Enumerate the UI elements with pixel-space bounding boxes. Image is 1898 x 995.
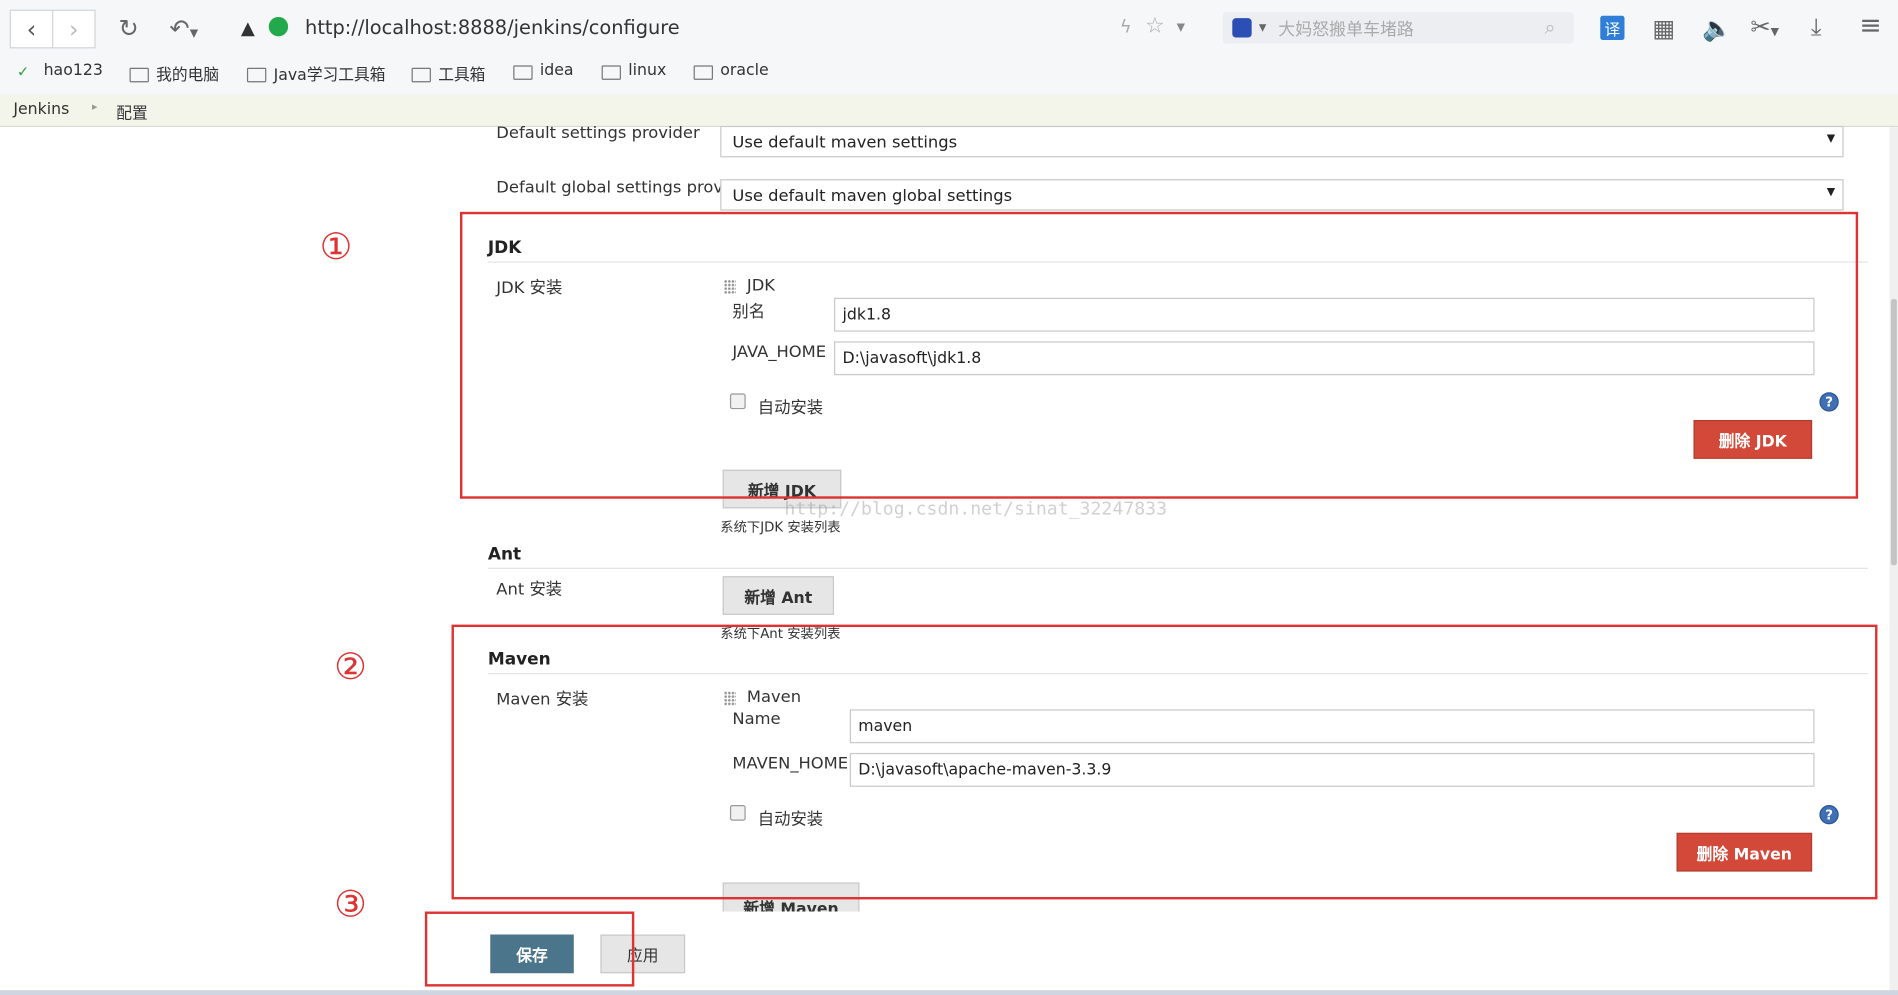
back-button[interactable]: ‹ xyxy=(9,9,54,49)
bookmark-label: 我的电脑 xyxy=(156,66,220,85)
chevron-down-icon[interactable]: ▼ xyxy=(1177,22,1185,34)
bookmark-label: hao123 xyxy=(43,61,103,80)
bookmark-label: Java学习工具箱 xyxy=(273,66,386,85)
global-settings-value: Use default maven global settings xyxy=(732,186,1013,206)
bookmark-oracle[interactable]: oracle xyxy=(693,61,769,80)
annotation-marker-1: ① xyxy=(319,226,353,269)
bookmark-my-computer[interactable]: 我的电脑 xyxy=(129,62,220,85)
dropdown-caret-icon: ▼ xyxy=(1826,133,1836,146)
rocket-icon: ▲ xyxy=(240,16,255,39)
bookmark-linux[interactable]: linux xyxy=(601,61,667,80)
add-ant-button[interactable]: 新增 Ant xyxy=(722,576,835,615)
star-bookmark-icon[interactable]: ☆ xyxy=(1145,13,1165,38)
engine-dropdown-icon[interactable]: ▼ xyxy=(1259,22,1266,33)
bookmark-label: linux xyxy=(628,61,667,80)
translate-icon[interactable]: 译 xyxy=(1600,15,1625,40)
forward-button[interactable]: › xyxy=(52,9,96,49)
global-settings-select[interactable]: Use default maven global settings ▼ xyxy=(720,179,1844,211)
global-settings-label: Default global settings provider xyxy=(496,177,755,198)
breadcrumb-jenkins[interactable]: Jenkins xyxy=(13,100,69,118)
search-box[interactable]: ▼ 大妈怒搬单车堵路 ⌕ xyxy=(1222,12,1574,44)
taskbar-edge xyxy=(0,990,1898,995)
browser-toolbar: ‹ › ↻ ↶▼ ▲ http://localhost:8888/jenkins… xyxy=(0,0,1898,56)
default-settings-label: Default settings provider xyxy=(496,123,700,143)
breadcrumb-configure[interactable]: 配置 xyxy=(116,100,147,123)
download-icon[interactable]: ⤓ xyxy=(1811,12,1822,41)
bookmark-hao123[interactable]: ✓ hao123 xyxy=(17,62,103,80)
folder-icon xyxy=(513,64,533,80)
apps-grid-icon[interactable]: ▦ xyxy=(1652,13,1675,42)
scissors-icon[interactable]: ✂▼ xyxy=(1750,12,1779,41)
ant-section-title: Ant xyxy=(487,544,522,565)
bookmark-java-toolbox[interactable]: Java学习工具箱 xyxy=(246,62,386,85)
annotation-box-maven xyxy=(451,624,1878,900)
chevron-left-icon: ‹ xyxy=(26,14,37,44)
jdk-install-hint: 系统下JDK 安装列表 xyxy=(720,519,841,536)
ant-install-label: Ant 安装 xyxy=(496,579,563,600)
folder-icon xyxy=(601,64,621,80)
annotation-marker-2: ② xyxy=(334,646,367,689)
bookmark-idea[interactable]: idea xyxy=(513,61,574,80)
menu-icon[interactable]: ≡ xyxy=(1859,11,1881,41)
reload-icon[interactable]: ↻ xyxy=(119,13,139,42)
undo-icon[interactable]: ↶▼ xyxy=(169,13,198,42)
bookmark-label: 工具箱 xyxy=(438,66,486,85)
bookmarks-bar: ✓ hao123 我的电脑 Java学习工具箱 工具箱 idea linux o… xyxy=(0,55,1898,96)
lightning-icon[interactable]: ϟ xyxy=(1120,16,1132,38)
search-engine-paw-icon[interactable] xyxy=(1232,18,1252,38)
chevron-right-icon: › xyxy=(68,14,79,44)
default-settings-select[interactable]: Use default maven settings ▼ xyxy=(720,125,1844,158)
search-icon[interactable]: ⌕ xyxy=(1545,16,1556,40)
folder-icon xyxy=(246,67,267,82)
annotation-box-save xyxy=(424,911,635,987)
watermark: http://blog.csdn.net/sinat_32247833 xyxy=(784,497,1168,520)
folder-icon xyxy=(129,67,149,82)
bookmark-label: oracle xyxy=(720,61,769,80)
search-placeholder: 大妈怒搬单车堵路 xyxy=(1278,20,1414,40)
address-bar[interactable]: http://localhost:8888/jenkins/configure xyxy=(305,16,680,39)
folder-icon xyxy=(693,64,713,80)
scrollbar-thumb[interactable] xyxy=(1890,298,1897,566)
hao123-logo-icon: ✓ xyxy=(16,62,30,80)
breadcrumb: Jenkins ▸ 配置 xyxy=(0,94,1898,128)
bookmark-label: idea xyxy=(539,61,574,80)
annotation-marker-3: ③ xyxy=(334,883,367,927)
secure-shield-icon xyxy=(268,16,289,37)
folder-icon xyxy=(411,67,431,82)
breadcrumb-separator-icon: ▸ xyxy=(91,101,98,114)
dropdown-caret-icon: ▼ xyxy=(1826,186,1836,199)
annotation-box-jdk xyxy=(459,211,1859,499)
bookmark-toolbox[interactable]: 工具箱 xyxy=(411,62,486,85)
speaker-icon[interactable]: 🔈 xyxy=(1702,13,1732,42)
section-divider xyxy=(487,567,1868,569)
default-settings-value: Use default maven settings xyxy=(732,133,958,153)
